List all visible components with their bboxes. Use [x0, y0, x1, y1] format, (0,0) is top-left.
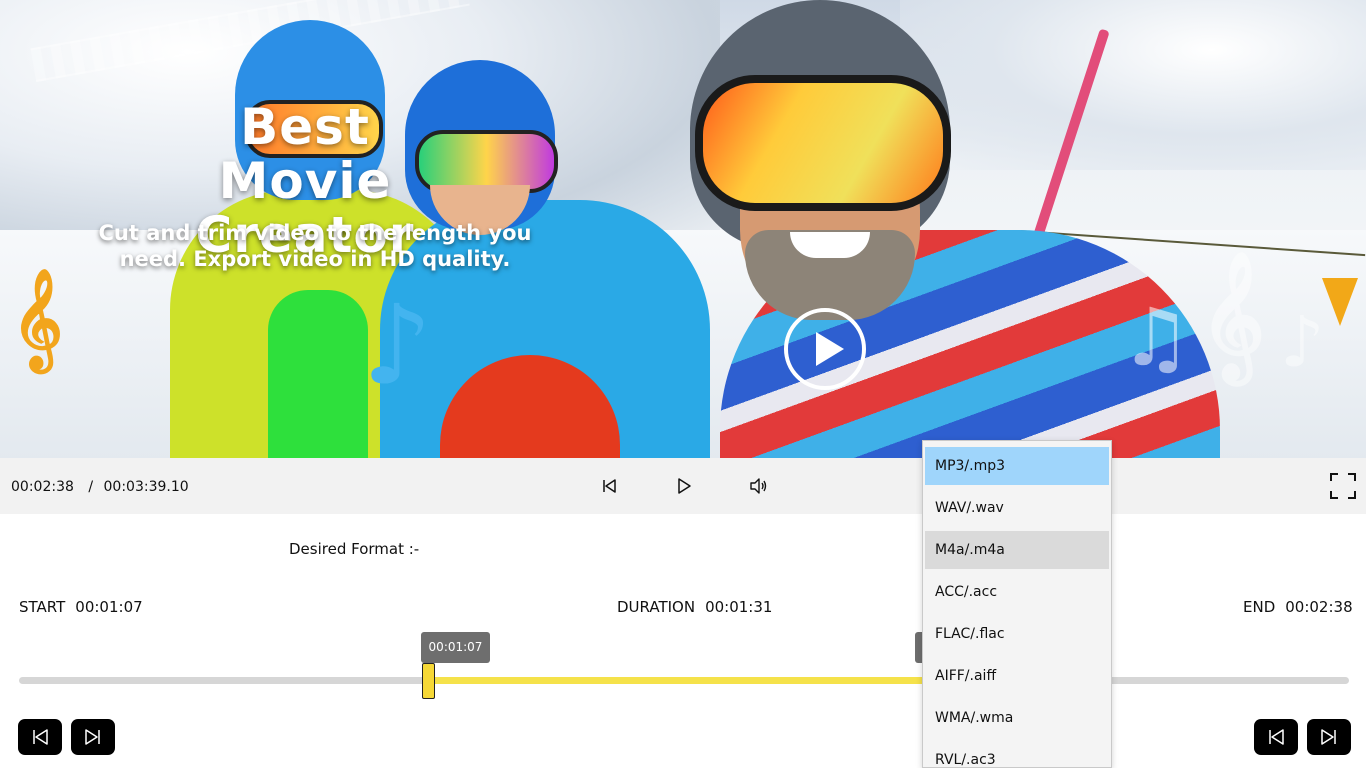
start-value: 00:01:07: [75, 598, 143, 616]
duration-value: 00:01:31: [705, 598, 773, 616]
volume-button[interactable]: [745, 472, 773, 500]
total-time: 00:03:39.10: [103, 479, 189, 495]
play-button[interactable]: [670, 472, 698, 500]
big-play-button[interactable]: [784, 308, 866, 390]
start-step-forward-button[interactable]: [71, 719, 115, 755]
step-forward-icon: [1321, 729, 1336, 745]
format-option[interactable]: AIFF/.aiff: [925, 657, 1109, 695]
step-back-icon: [33, 729, 48, 745]
format-option[interactable]: WMA/.wma: [925, 699, 1109, 737]
format-option[interactable]: FLAC/.flac: [925, 615, 1109, 653]
start-readout: START 00:01:07: [19, 598, 143, 616]
treble-clef-icon: 𝄞: [1200, 250, 1266, 379]
step-forward-icon: [85, 729, 100, 745]
music-note-icon: ♪: [362, 280, 433, 409]
time-readout: 00:02:38 / 00:03:39.10: [11, 479, 193, 495]
format-option[interactable]: WAV/.wav: [925, 489, 1109, 527]
format-dropdown-list[interactable]: MP3/.mp3 WAV/.wav M4a/.m4a ACC/.acc FLAC…: [922, 440, 1112, 768]
desired-format-label: Desired Format :-: [289, 540, 420, 558]
time-separator: /: [88, 479, 94, 495]
duration-readout: DURATION 00:01:31: [617, 598, 772, 616]
video-preview[interactable]: 𝄞 ♪ ♫ 𝄞 ♪ Best Movie Creator Cut and tri…: [0, 0, 1366, 458]
hero-subtitle: Cut and trim video to the length you nee…: [98, 221, 532, 271]
end-value: 00:02:38: [1285, 598, 1353, 616]
fullscreen-icon: [1330, 473, 1356, 499]
skier-right-goggles: [695, 75, 951, 211]
start-trim-handle[interactable]: [422, 663, 435, 699]
volume-icon: [750, 478, 767, 494]
mountain-background-right: [900, 0, 1366, 170]
previous-button[interactable]: [595, 472, 623, 500]
start-handle-tooltip: 00:01:07: [421, 632, 490, 663]
flag-decoration: [1322, 278, 1358, 326]
step-back-icon: [1269, 729, 1284, 745]
green-bottle: [268, 290, 368, 458]
duration-label: DURATION: [617, 598, 696, 616]
format-option[interactable]: MP3/.mp3: [925, 447, 1109, 485]
play-icon: [678, 478, 691, 494]
end-label: END: [1243, 598, 1276, 616]
format-option[interactable]: RVL/.ac3: [925, 741, 1109, 767]
treble-clef-icon: 𝄞: [12, 268, 63, 369]
end-readout: END 00:02:38: [1243, 598, 1353, 616]
previous-track-icon: [603, 479, 616, 493]
music-note-icon: ♫: [1120, 290, 1192, 384]
end-step-back-button[interactable]: [1254, 719, 1298, 755]
format-option[interactable]: ACC/.acc: [925, 573, 1109, 611]
start-step-back-button[interactable]: [18, 719, 62, 755]
fullscreen-button[interactable]: [1329, 472, 1357, 500]
play-icon: [816, 332, 844, 366]
end-step-forward-button[interactable]: [1307, 719, 1351, 755]
format-option[interactable]: M4a/.m4a: [925, 531, 1109, 569]
trim-selection: [425, 677, 977, 684]
start-label: START: [19, 598, 66, 616]
player-control-bar: 00:02:38 / 00:03:39.10: [0, 458, 1366, 514]
music-note-icon: ♪: [1280, 300, 1325, 383]
current-time: 00:02:38: [11, 479, 74, 495]
